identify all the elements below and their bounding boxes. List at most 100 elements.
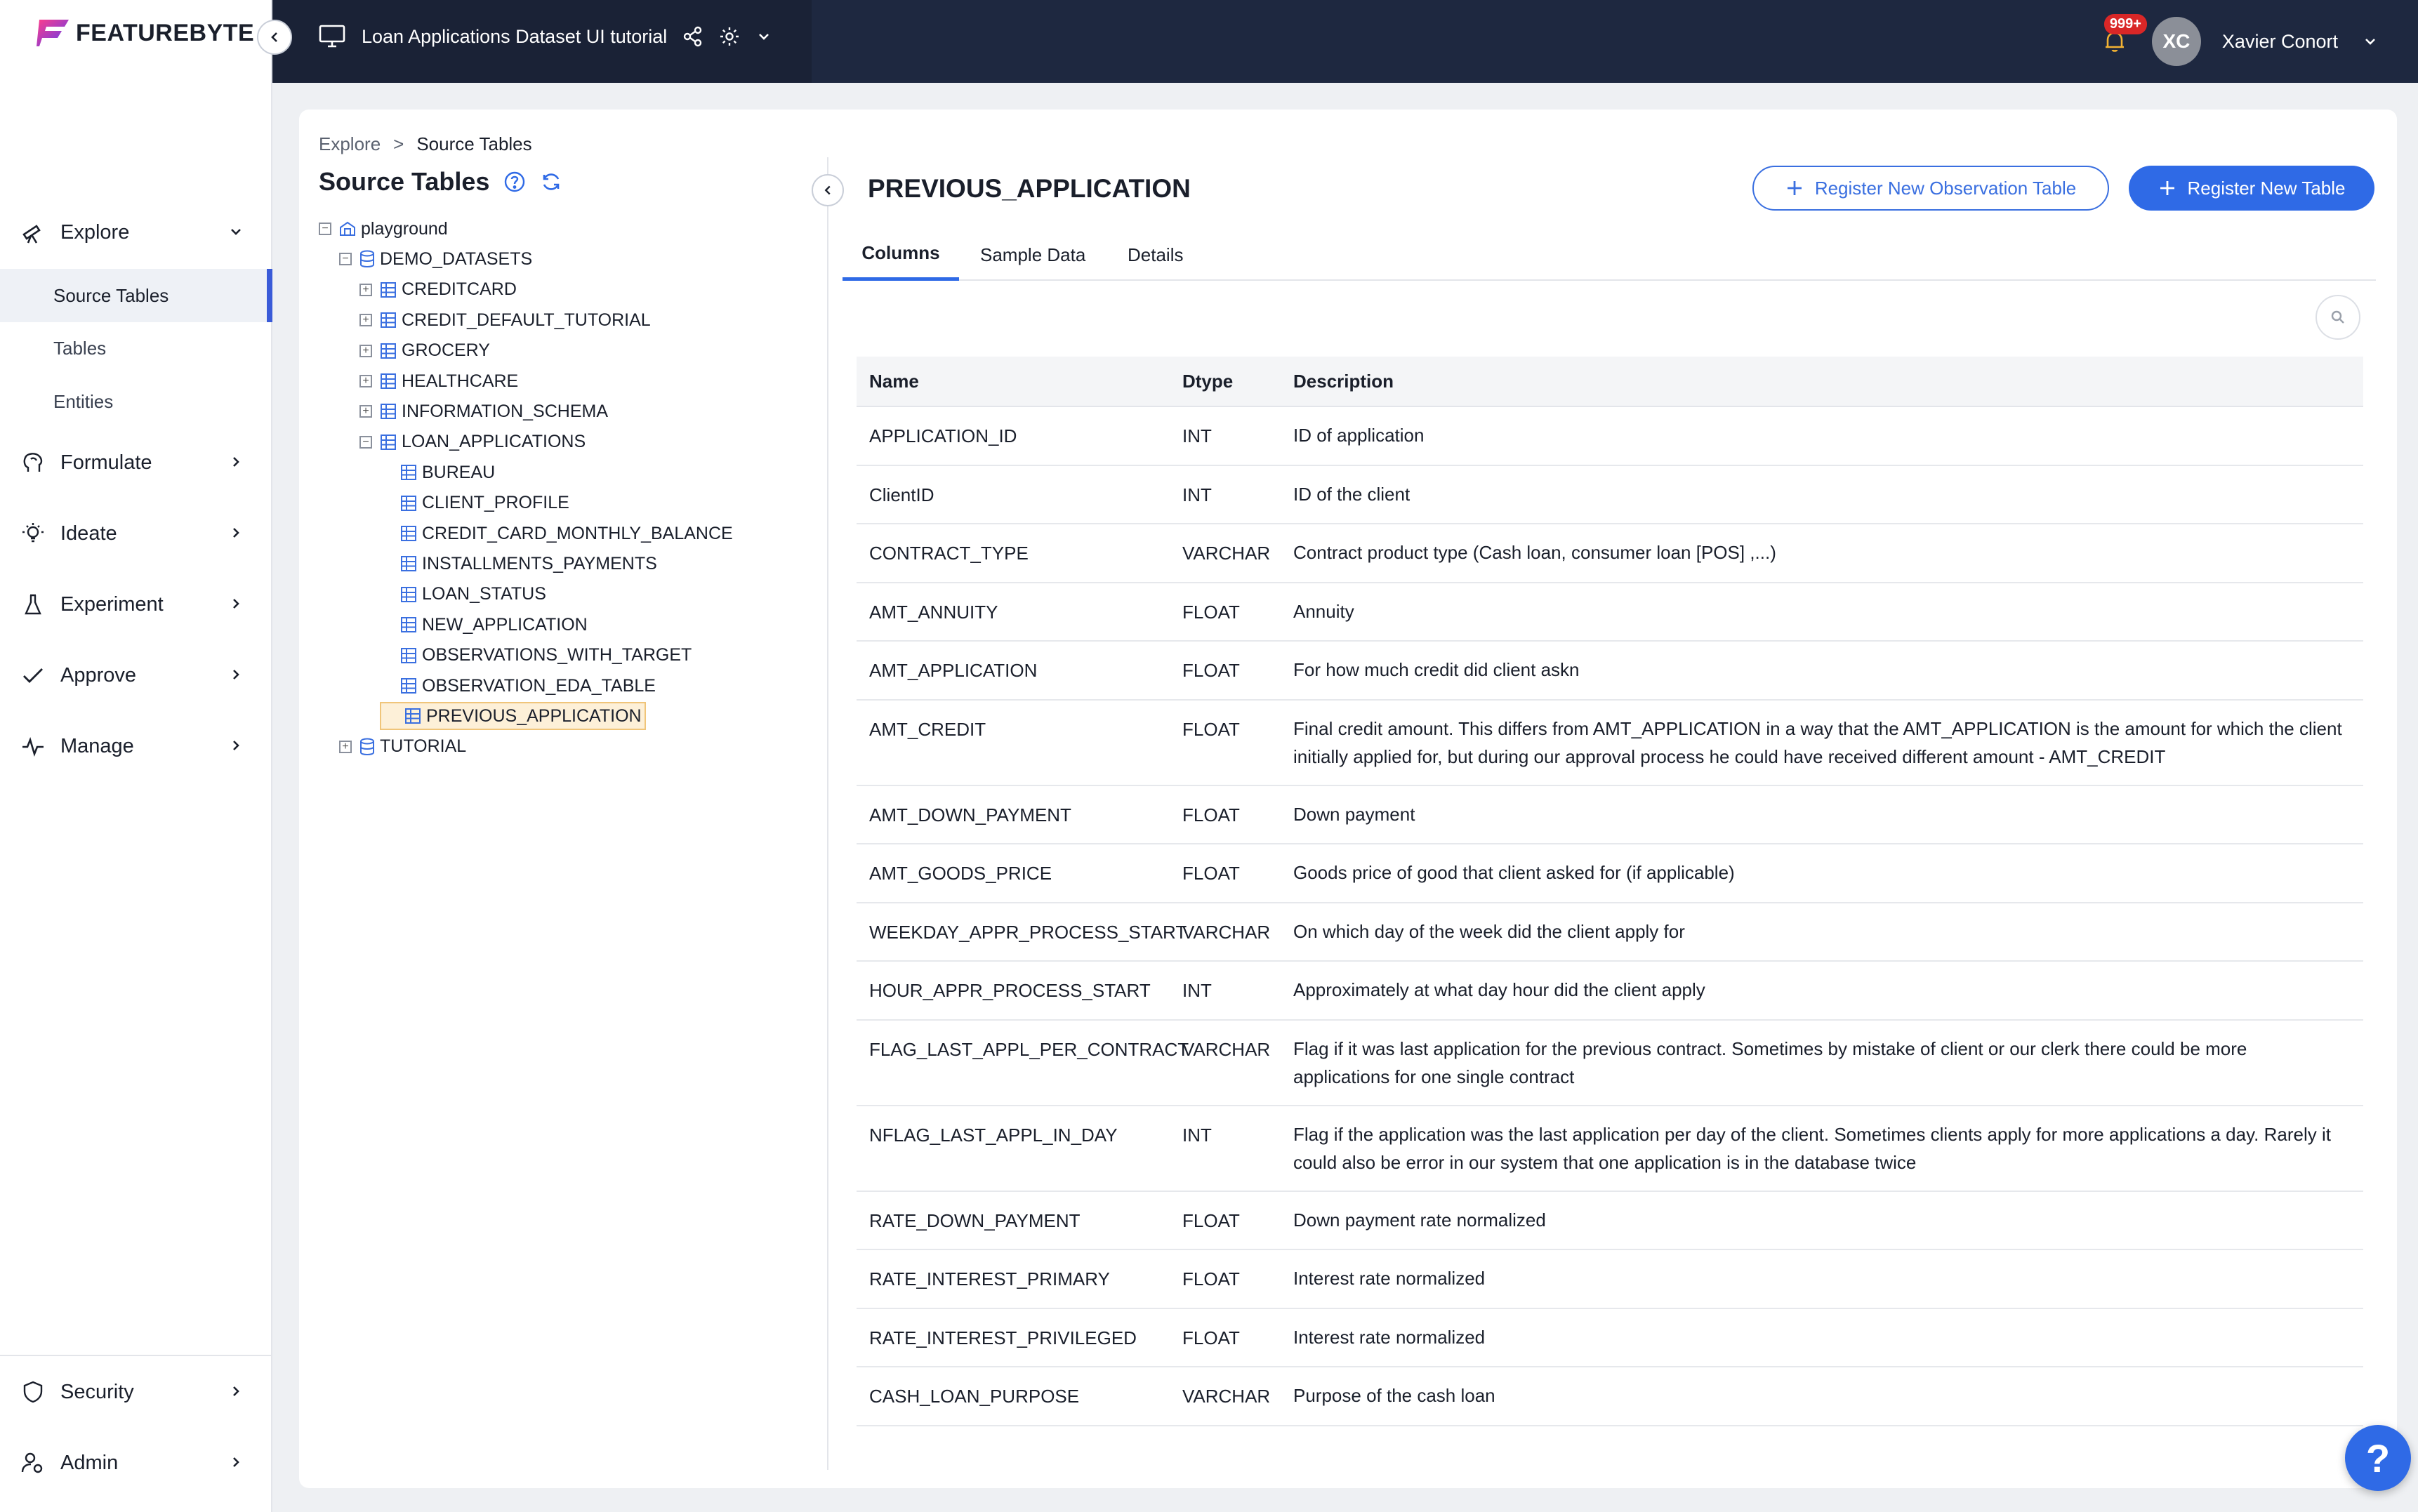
- table-title: PREVIOUS_APPLICATION: [868, 174, 1191, 203]
- search-button[interactable]: [2315, 295, 2360, 340]
- tree-node[interactable]: LOAN_STATUS: [380, 581, 546, 609]
- nav-security[interactable]: Security: [0, 1367, 272, 1417]
- table-row[interactable]: CASH_LOAN_PURPOSE VARCHAR Purpose of the c…: [857, 1367, 2363, 1426]
- tree-node[interactable]: + CREDITCARD: [359, 276, 517, 304]
- help-button[interactable]: ?: [2345, 1425, 2411, 1491]
- tab-details[interactable]: Details: [1128, 229, 1183, 281]
- cell-description: Contract product type (Cash loan, consum…: [1293, 542, 1776, 563]
- table-row[interactable]: WEEKDAY_APPR_PROCESS_START VARCHAR On whic…: [857, 903, 2363, 962]
- expand-toggle-icon[interactable]: −: [359, 435, 372, 449]
- table-row[interactable]: RATE_INTEREST_PRIVILEGED FLOAT Interest ra…: [857, 1309, 2363, 1367]
- cell-description: Down payment: [1293, 803, 1415, 825]
- sidebar-divider: [0, 1355, 271, 1356]
- chevron-right-icon: [233, 1457, 239, 1467]
- tree-node[interactable]: OBSERVATION_EDA_TABLE: [380, 672, 656, 700]
- col-header-dtype[interactable]: Dtype: [1182, 371, 1293, 392]
- chevron-down-icon[interactable]: [2362, 33, 2379, 50]
- logo[interactable]: FEATUREBYTE: [35, 15, 254, 51]
- notifications-button[interactable]: 999+: [2090, 14, 2147, 66]
- tree-node[interactable]: + HEALTHCARE: [359, 367, 518, 395]
- table-row[interactable]: RATE_DOWN_PAYMENT FLOAT Down payment rate …: [857, 1192, 2363, 1250]
- register-observation-table-label: Register New Observation Table: [1814, 177, 2077, 199]
- register-new-table-button[interactable]: Register New Table: [2129, 166, 2374, 211]
- register-observation-table-button[interactable]: Register New Observation Table: [1752, 166, 2109, 211]
- avatar[interactable]: XC: [2151, 17, 2201, 66]
- lightbulb-icon: [22, 523, 44, 543]
- expand-toggle-icon[interactable]: +: [359, 344, 372, 357]
- cell-name: FLAG_LAST_APPL_PER_CONTRACT: [869, 1038, 1189, 1060]
- table-row[interactable]: CONTRACT_TYPE VARCHAR Contract product typ…: [857, 524, 2363, 583]
- tab-sample-data[interactable]: Sample Data: [980, 229, 1085, 281]
- refresh-icon[interactable]: [540, 171, 562, 193]
- table-row[interactable]: AMT_GOODS_PRICE FLOAT Goods price of good …: [857, 844, 2363, 903]
- tree-node[interactable]: NEW_APPLICATION: [380, 611, 588, 639]
- table-row[interactable]: AMT_CREDIT FLOAT Final credit amount. This…: [857, 701, 2363, 786]
- nav-experiment[interactable]: Experiment: [0, 580, 272, 629]
- expand-toggle-icon[interactable]: +: [359, 283, 372, 296]
- cell-name: CASH_LOAN_PURPOSE: [869, 1386, 1080, 1407]
- nav-admin[interactable]: Admin: [0, 1438, 272, 1487]
- tab-columns[interactable]: Columns: [843, 229, 959, 281]
- table-icon: [381, 343, 396, 359]
- tree-node[interactable]: − LOAN_APPLICATIONS: [359, 428, 586, 456]
- table-row[interactable]: AMT_DOWN_PAYMENT FLOAT Down payment: [857, 786, 2363, 844]
- nav-approve[interactable]: Approve: [0, 651, 272, 700]
- tree-node[interactable]: PREVIOUS_APPLICATION: [380, 702, 646, 731]
- chevron-down-icon[interactable]: [755, 28, 772, 45]
- tree-node[interactable]: BUREAU: [380, 458, 495, 486]
- cell-name: ClientID: [869, 484, 934, 505]
- expand-toggle-icon[interactable]: +: [359, 314, 372, 327]
- sidebar-item-tables[interactable]: Tables: [0, 321, 272, 375]
- breadcrumb-explore[interactable]: Explore: [319, 133, 381, 155]
- table-row[interactable]: APPLICATION_ID INT ID of application: [857, 407, 2363, 466]
- table-icon: [401, 617, 416, 633]
- share-icon[interactable]: [682, 26, 703, 47]
- cell-dtype: VARCHAR: [1182, 1386, 1271, 1407]
- sidebar-item-entities[interactable]: Entities: [0, 375, 272, 428]
- gear-icon[interactable]: [719, 26, 740, 47]
- expand-toggle-icon[interactable]: +: [359, 405, 372, 418]
- workspace-selector[interactable]: Loan Applications Dataset UI tutorial: [318, 24, 772, 49]
- tree-node[interactable]: CREDIT_CARD_MONTHLY_BALANCE: [380, 519, 733, 548]
- table-row[interactable]: NFLAG_LAST_APPL_IN_DAY INT Flag if the app…: [857, 1106, 2363, 1192]
- tree-node[interactable]: + CREDIT_DEFAULT_TUTORIAL: [359, 306, 651, 334]
- table-row[interactable]: FLAG_LAST_APPL_PER_CONTRACT VARCHAR Flag i…: [857, 1021, 2363, 1106]
- tree-node[interactable]: + TUTORIAL: [339, 733, 466, 761]
- table-row[interactable]: HOUR_APPR_PROCESS_START INT Approximately …: [857, 962, 2363, 1021]
- chevron-right-icon: [233, 528, 239, 538]
- user-menu[interactable]: 999+ XC Xavier Conort: [2090, 14, 2379, 66]
- tree-node[interactable]: INSTALLMENTS_PAYMENTS: [380, 550, 657, 578]
- tree-node[interactable]: − DEMO_DATASETS: [339, 245, 532, 273]
- table-row[interactable]: RATE_INTEREST_PRIMARY FLOAT Interest rate …: [857, 1250, 2363, 1309]
- col-header-description[interactable]: Description: [1293, 371, 2363, 392]
- tree-node[interactable]: + INFORMATION_SCHEMA: [359, 397, 608, 425]
- cell-dtype: INT: [1182, 425, 1212, 446]
- help-circle-icon[interactable]: [503, 171, 526, 193]
- nav-manage[interactable]: Manage: [0, 722, 272, 771]
- tree-node[interactable]: OBSERVATIONS_WITH_TARGET: [380, 642, 692, 670]
- tree-node[interactable]: CLIENT_PROFILE: [380, 489, 569, 517]
- nav-explore[interactable]: Explore: [0, 208, 272, 257]
- expand-toggle-icon[interactable]: +: [359, 375, 372, 387]
- expand-toggle-icon[interactable]: −: [339, 253, 352, 266]
- tree-node[interactable]: + GROCERY: [359, 337, 490, 365]
- table-row[interactable]: AMT_APPLICATION FLOAT For how much credit …: [857, 642, 2363, 701]
- sidebar-collapse-button[interactable]: [257, 20, 292, 55]
- cell-dtype: VARCHAR: [1182, 543, 1271, 564]
- cell-description: Approximately at what day hour did the c…: [1293, 979, 1705, 1000]
- expand-toggle-icon[interactable]: −: [319, 223, 331, 235]
- nav-formulate[interactable]: Formulate: [0, 438, 272, 487]
- table-row[interactable]: ClientID INT ID of the client: [857, 466, 2363, 524]
- expand-toggle-icon[interactable]: +: [339, 740, 352, 753]
- cell-dtype: INT: [1182, 1124, 1212, 1146]
- chevron-right-icon: [233, 599, 239, 609]
- table-row[interactable]: AMT_ANNUITY FLOAT Annuity: [857, 583, 2363, 642]
- featurebyte-logo-icon: [37, 20, 69, 46]
- tree-node[interactable]: − playground: [319, 215, 448, 243]
- tree-node-label: playground: [361, 218, 448, 239]
- collapse-tree-button[interactable]: [812, 174, 844, 206]
- cell-description: For how much credit did client askn: [1293, 659, 1580, 680]
- col-header-name[interactable]: Name: [857, 371, 1182, 392]
- sidebar-item-source-tables[interactable]: Source Tables: [0, 269, 272, 322]
- nav-ideate[interactable]: Ideate: [0, 509, 272, 558]
